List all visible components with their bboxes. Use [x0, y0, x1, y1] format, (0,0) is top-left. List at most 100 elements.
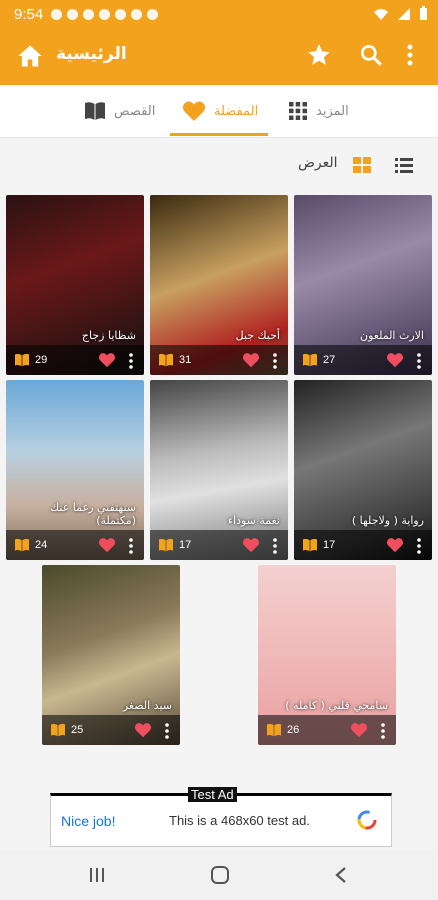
- status-bar: 9:54: [0, 0, 438, 28]
- grid-icon: [289, 102, 307, 120]
- story-card-bar: 25: [42, 715, 180, 745]
- heart-icon[interactable]: [242, 537, 260, 553]
- heart-icon[interactable]: [98, 352, 116, 368]
- book-icon: [159, 353, 173, 367]
- read-count: 17: [179, 539, 192, 551]
- read-count: 26: [287, 724, 300, 736]
- story-title: نغمة سوداء: [227, 514, 280, 527]
- notification-icon: [131, 8, 143, 20]
- search-icon[interactable]: [358, 42, 384, 68]
- system-nav-bar: [0, 850, 438, 900]
- tab-favorites[interactable]: المفضلة: [182, 85, 258, 137]
- story-card[interactable]: سيد الصغر 25: [42, 565, 180, 745]
- book-icon: [159, 538, 173, 552]
- ad-message: This is a 468x60 test ad.: [169, 813, 310, 828]
- recent-apps-icon[interactable]: [88, 867, 106, 883]
- heart-icon: [182, 101, 206, 121]
- notification-icon: [51, 8, 63, 20]
- heart-icon[interactable]: [386, 352, 404, 368]
- heart-icon[interactable]: [98, 537, 116, 553]
- notification-icon: [99, 8, 111, 20]
- more-vertical-icon[interactable]: [416, 538, 422, 554]
- book-icon: [85, 102, 105, 120]
- tab-favorites-label: المفضلة: [214, 103, 259, 119]
- read-count: 31: [179, 354, 192, 366]
- star-icon[interactable]: [306, 42, 332, 68]
- story-card-bar: 17: [150, 530, 288, 560]
- back-icon[interactable]: [334, 866, 348, 884]
- heart-icon[interactable]: [350, 722, 368, 738]
- story-title: ( رواية ( ولاجلها: [351, 514, 424, 527]
- read-count: 17: [323, 539, 336, 551]
- notification-icon: [67, 8, 79, 20]
- notification-icon: [115, 8, 127, 20]
- story-card-bar: 17: [294, 530, 432, 560]
- system-icons: [373, 6, 428, 21]
- story-card[interactable]: أحبك جبل 31: [150, 195, 288, 375]
- book-icon: [303, 538, 317, 552]
- book-icon: [15, 353, 29, 367]
- home-button-icon[interactable]: [210, 865, 230, 885]
- ad-logo-icon: [357, 810, 377, 830]
- story-card-bar: 31: [150, 345, 288, 375]
- more-vertical-icon[interactable]: [128, 538, 134, 554]
- more-vertical-icon[interactable]: [380, 723, 386, 739]
- ad-banner[interactable]: Test Ad Nice job! This is a 468x60 test …: [50, 787, 392, 847]
- story-title: أحبك جبل: [235, 329, 280, 342]
- read-count: 25: [71, 724, 84, 736]
- more-vertical-icon[interactable]: [404, 42, 416, 68]
- more-vertical-icon[interactable]: [272, 353, 278, 369]
- battery-icon: [420, 6, 427, 20]
- story-card-bar: 29: [6, 345, 144, 375]
- grid-view-icon[interactable]: [352, 156, 372, 174]
- tab-stories[interactable]: القصص: [84, 85, 155, 137]
- ad-nice-text: Nice job!: [61, 813, 116, 829]
- story-card[interactable]: سامحي قلبي ( كامله ) 26: [258, 565, 396, 745]
- ad-tag: Test Ad: [188, 787, 237, 802]
- book-icon: [303, 353, 317, 367]
- story-title: سيد الصغر: [122, 699, 172, 712]
- more-vertical-icon[interactable]: [272, 538, 278, 554]
- notification-icon: [83, 8, 95, 20]
- heart-icon[interactable]: [242, 352, 260, 368]
- tab-more-label: المزيد: [316, 103, 349, 119]
- notification-icons: [51, 8, 159, 20]
- tab-stories-label: القصص: [114, 103, 156, 119]
- wifi-icon: [374, 8, 388, 20]
- read-count: 29: [35, 354, 48, 366]
- tab-more[interactable]: المزيد: [288, 85, 349, 137]
- book-icon: [267, 723, 281, 737]
- notification-icon: [147, 8, 159, 20]
- status-time: 9:54: [14, 5, 44, 23]
- list-view-icon[interactable]: [394, 156, 414, 174]
- read-count: 27: [323, 354, 336, 366]
- book-icon: [51, 723, 65, 737]
- story-card-bar: 26: [258, 715, 396, 745]
- more-vertical-icon[interactable]: [164, 723, 170, 739]
- read-count: 24: [35, 539, 48, 551]
- story-title: الارث الملعون: [360, 329, 424, 342]
- page-title: الرئيسية: [56, 44, 127, 64]
- active-tab-indicator: [170, 133, 268, 136]
- story-card[interactable]: ستهتفني رغما عنك (مكتملة) 24: [6, 380, 144, 560]
- story-card-bar: 24: [6, 530, 144, 560]
- story-card[interactable]: نغمة سوداء 17: [150, 380, 288, 560]
- book-icon: [15, 538, 29, 552]
- story-card[interactable]: الارث الملعون 27: [294, 195, 432, 375]
- heart-icon[interactable]: [134, 722, 152, 738]
- story-title: سامحي قلبي ( كامله ): [285, 699, 388, 712]
- view-toggle-row: العرض: [0, 150, 438, 178]
- story-title: شظايا زجاج: [81, 329, 136, 342]
- story-card-bar: 27: [294, 345, 432, 375]
- tab-bar: المزيد المفضلة القصص: [0, 85, 438, 138]
- signal-icon: [398, 7, 410, 20]
- home-icon[interactable]: [16, 42, 44, 70]
- heart-icon[interactable]: [386, 537, 404, 553]
- story-card[interactable]: شظايا زجاج 29: [6, 195, 144, 375]
- more-vertical-icon[interactable]: [128, 353, 134, 369]
- more-vertical-icon[interactable]: [416, 353, 422, 369]
- app-bar: الرئيسية: [0, 28, 438, 85]
- view-label: العرض: [298, 155, 338, 171]
- story-card[interactable]: ( رواية ( ولاجلها 17: [294, 380, 432, 560]
- story-title: ستهتفني رغما عنك (مكتملة): [50, 501, 136, 527]
